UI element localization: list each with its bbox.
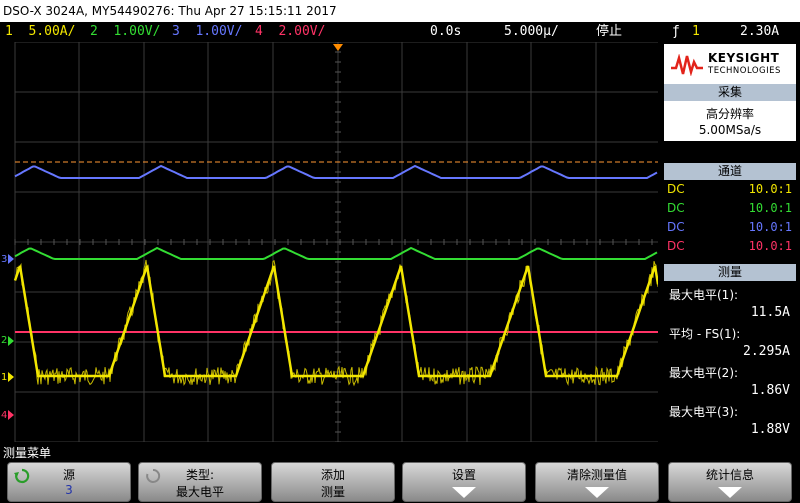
measurement-value-3: 1.86V (750, 383, 790, 398)
channels-panel[interactable]: DC 10.0:1 DC 10.0:1 DC 10.0:1 DC 10.0:1 (664, 180, 796, 260)
trigger-level: 2.30A (740, 24, 780, 39)
softkey-settings-label: 设置 (451, 468, 476, 482)
ch3-marker-label: 3 (1, 254, 7, 265)
keysight-wave-icon (671, 54, 703, 76)
trigger-slope-icon: ƒ (672, 24, 680, 39)
softkey-type-label: 类型: (185, 468, 215, 482)
ch2-marker-label: 2 (1, 335, 7, 346)
ch3-coupling: DC (667, 220, 685, 234)
submenu-arrow-icon (452, 487, 476, 498)
ch4-number: 4 (255, 24, 263, 39)
ch2-coupling: DC (667, 201, 685, 215)
submenu-arrow-icon (585, 487, 609, 498)
ch3-scale: 1.00V/ (195, 24, 243, 39)
ch4-marker-label: 4 (1, 410, 7, 421)
status-bar: 1 5.00A/ 2 1.00V/ 3 1.00V/ 4 2.00V/ 0.0s… (0, 22, 800, 42)
measurement-label-1: 最大电平(1): (669, 288, 739, 302)
ch4-probe: 10.0:1 (748, 239, 792, 253)
ch1-coupling: DC (667, 182, 685, 196)
measurements-panel[interactable]: 最大电平(1): 11.5A 平均 - FS(1): 2.295A 最大电平(2… (664, 282, 796, 442)
ch3-status[interactable]: 3 1.00V/ (172, 22, 242, 42)
submenu-arrow-icon (718, 487, 742, 498)
ch4-coupling: DC (667, 239, 685, 253)
measurement-label-3: 最大电平(2): (669, 366, 739, 380)
ch2-scale: 1.00V/ (113, 24, 161, 39)
side-panel: KEYSIGHT TECHNOLOGIES 采集 高分辨率 5.00MSa/s … (660, 42, 800, 442)
ch1-marker-label: 1 (1, 372, 7, 383)
channel-row-3: DC 10.0:1 (664, 220, 796, 238)
run-state: 停止 (596, 24, 623, 39)
softkey-clear-measurements[interactable]: 清除测量值 (535, 462, 659, 502)
delay-readout: 0.0s (430, 24, 462, 39)
measurement-value-2: 2.295A (743, 344, 790, 359)
ch4-status[interactable]: 4 2.00V/ (255, 22, 325, 42)
acquisition-mode: 高分辨率 (705, 107, 754, 121)
ch1-status[interactable]: 1 5.00A/ (5, 22, 75, 42)
acquisition-rate: 5.00MSa/s (698, 123, 762, 137)
ch3-probe: 10.0:1 (748, 220, 792, 234)
softkey-type-value: 最大电平 (175, 485, 224, 499)
acquisition-panel[interactable]: 高分辨率 5.00MSa/s (664, 101, 796, 141)
softkey-source[interactable]: 源 3 (7, 462, 131, 502)
softkey-add-label-2: 测量 (320, 485, 345, 499)
softkey-statistics-label: 统计信息 (705, 468, 754, 482)
logo-brand: KEYSIGHT (708, 51, 780, 65)
softkey-clear-label: 清除测量值 (566, 468, 627, 482)
measurement-label-4: 最大电平(3): (669, 405, 739, 419)
keysight-logo: KEYSIGHT TECHNOLOGIES (664, 44, 796, 86)
softkey-type[interactable]: 类型: 最大电平 (138, 462, 262, 502)
channel-row-2: DC 10.0:1 (664, 201, 796, 219)
ch3-number: 3 (172, 24, 180, 39)
softkey-add-measurement[interactable]: 添加 测量 (271, 462, 395, 502)
trigger-channel: 1 (692, 24, 700, 39)
menu-title: 测量菜单 (3, 446, 52, 460)
ch2-number: 2 (90, 24, 98, 39)
timebase-readout: 5.000µ/ (504, 24, 559, 39)
softkey-settings[interactable]: 设置 (402, 462, 526, 502)
channels-header: 通道 (664, 163, 796, 180)
ch1-probe: 10.0:1 (748, 182, 792, 196)
ch4-scale: 2.00V/ (278, 24, 326, 39)
ch2-probe: 10.0:1 (748, 201, 792, 215)
softkey-statistics[interactable]: 统计信息 (668, 462, 792, 502)
channel-row-4: DC 10.0:1 (664, 239, 796, 257)
measurements-header: 测量 (664, 264, 796, 281)
window-title: DSO-X 3024A, MY54490276: Thu Apr 27 15:1… (0, 0, 800, 22)
ch1-number: 1 (5, 24, 13, 39)
softkey-source-value: 3 (65, 483, 73, 497)
waveform-display[interactable]: 3 2 1 4 (0, 42, 658, 442)
channel-row-1: DC 10.0:1 (664, 182, 796, 200)
softkey-add-label: 添加 (320, 468, 345, 482)
acquisition-header: 采集 (664, 84, 796, 101)
measurement-value-1: 11.5A (750, 305, 790, 320)
measurement-value-4: 1.88V (750, 422, 790, 437)
softkey-source-label: 源 (62, 468, 75, 482)
ch2-status[interactable]: 2 1.00V/ (90, 22, 160, 42)
ch1-scale: 5.00A/ (28, 24, 76, 39)
measurement-label-2: 平均 - FS(1): (669, 327, 741, 341)
logo-sub: TECHNOLOGIES (708, 66, 781, 76)
